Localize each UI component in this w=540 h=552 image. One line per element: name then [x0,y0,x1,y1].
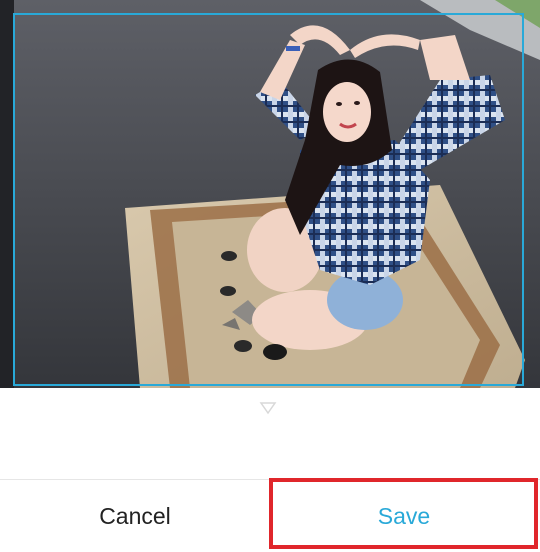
triangle-down-icon[interactable] [259,401,277,415]
save-button[interactable]: Save [270,480,538,552]
crop-frame[interactable] [13,13,524,386]
cancel-button[interactable]: Cancel [0,480,270,552]
